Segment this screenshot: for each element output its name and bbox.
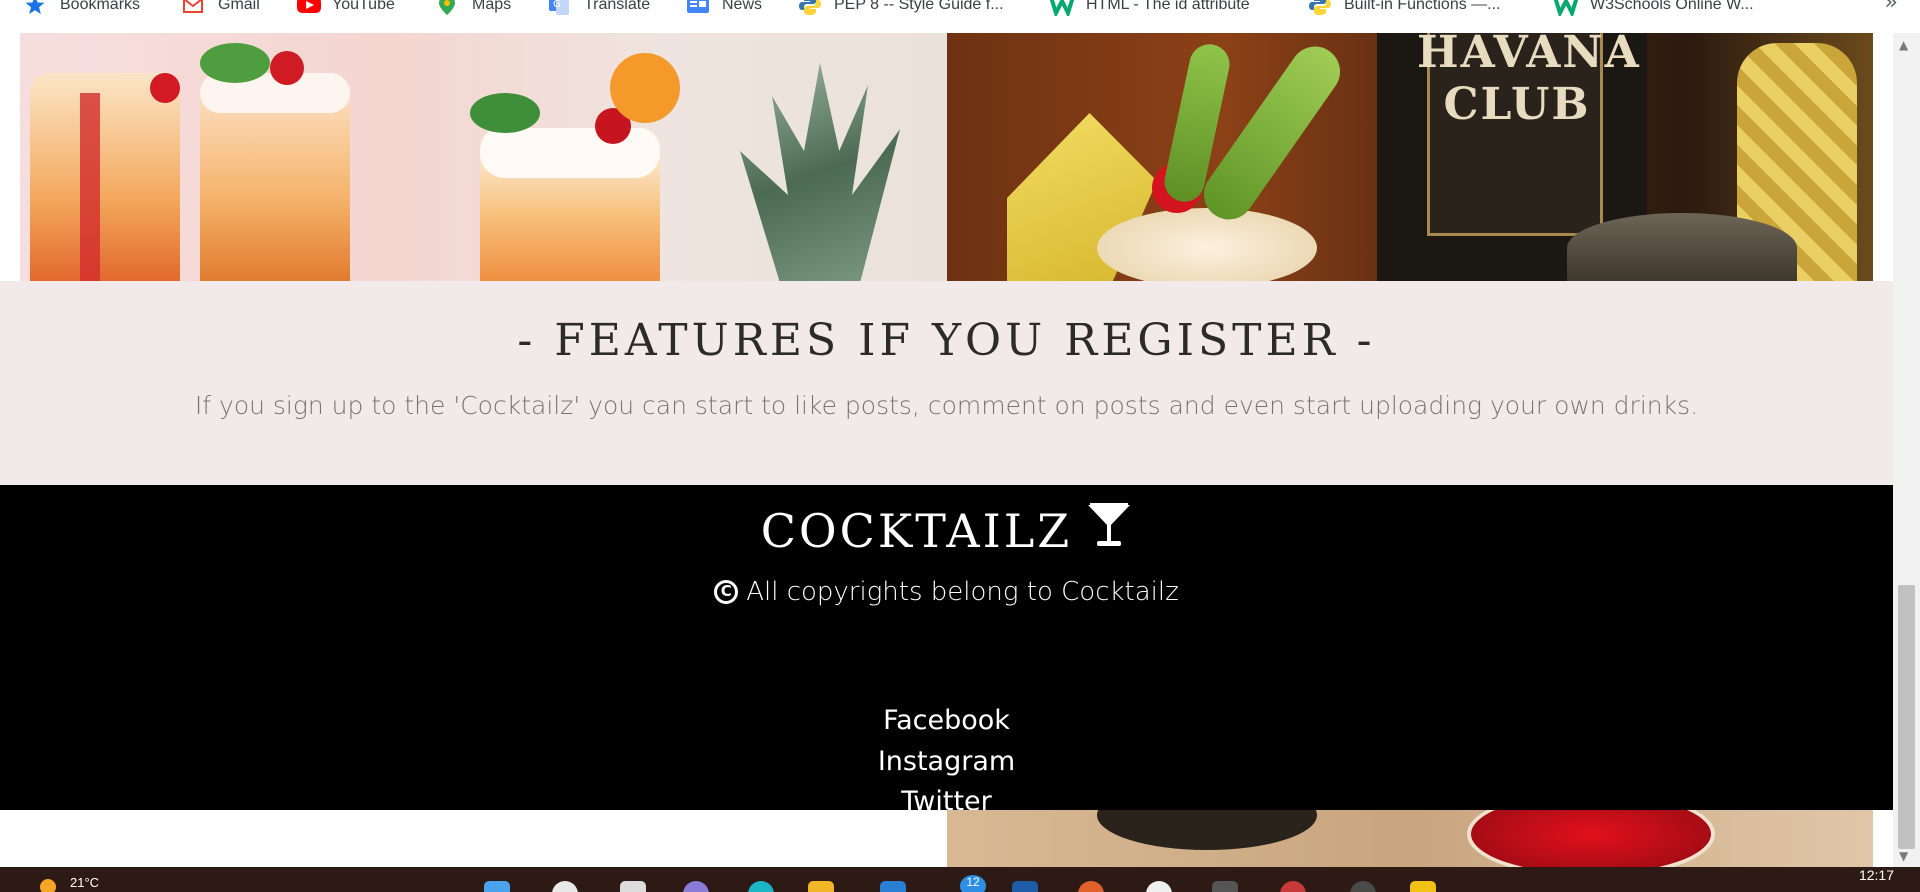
footer-link-facebook[interactable]: Facebook	[0, 705, 1893, 736]
facebook-link[interactable]: Facebook	[883, 705, 1010, 736]
bookmark-label: Bookmarks	[60, 0, 141, 13]
brand-name: Cocktailz	[760, 503, 1073, 558]
bookmark-gmail[interactable]: Gmail	[182, 0, 260, 19]
bookmarks-bar: Bookmarks Gmail YouTube Maps G Translate…	[0, 0, 1920, 34]
teams-icon[interactable]	[683, 881, 709, 892]
bookmark-news[interactable]: News	[686, 0, 762, 19]
scroll-down-arrow-icon[interactable]: ▼	[1899, 849, 1908, 863]
site-footer: Cocktailz C All copyrights belong to Coc…	[0, 485, 1893, 817]
footer-link-instagram[interactable]: Instagram	[0, 746, 1893, 777]
features-description: If you sign up to the 'Cocktailz' you ca…	[194, 391, 1699, 420]
bookmark-label: HTML - The id attribute	[1086, 0, 1250, 13]
bookmark-label: Translate	[584, 0, 651, 13]
file-explorer-icon[interactable]	[808, 881, 834, 892]
taskbar-clock[interactable]: 12:17	[1859, 867, 1894, 883]
weather-widget[interactable]: 21°C	[40, 869, 99, 892]
chrome-icon[interactable]	[1146, 881, 1172, 892]
page-content: HAVANA CLUB - Features if you register - …	[0, 33, 1893, 867]
copyright-text: All copyrights belong to Cocktailz	[746, 576, 1179, 607]
python-icon	[1308, 0, 1331, 16]
cocktail-photo-havana-club: HAVANA CLUB	[947, 33, 1873, 281]
bookmark-html-id[interactable]: HTML - The id attribute	[1049, 0, 1250, 19]
sticky-notes-icon[interactable]	[1410, 881, 1436, 892]
bookmark-label: YouTube	[332, 0, 395, 13]
weather-sun-icon	[40, 879, 56, 892]
svg-text:G: G	[553, 0, 561, 10]
firefox-icon[interactable]	[1078, 881, 1104, 892]
bookmark-label: PEP 8 -- Style Guide f...	[834, 0, 1004, 13]
notification-badge[interactable]: 12	[960, 875, 986, 892]
search-icon[interactable]	[552, 881, 578, 892]
bookmark-label: Maps	[472, 0, 512, 13]
task-view-icon[interactable]	[620, 881, 646, 892]
python-icon	[798, 0, 821, 16]
app-icon[interactable]	[1280, 881, 1306, 892]
instagram-link[interactable]: Instagram	[878, 746, 1015, 777]
bookmark-label: Gmail	[218, 0, 260, 13]
bookmark-label: Built-in Functions —...	[1344, 0, 1501, 13]
translate-icon: G	[548, 0, 570, 16]
footer-brand: Cocktailz	[0, 501, 1893, 560]
bookmark-bookmarks[interactable]: Bookmarks	[24, 0, 140, 19]
gmail-icon	[182, 0, 204, 16]
cocktail-glass-icon	[1086, 501, 1132, 560]
bookmark-maps[interactable]: Maps	[436, 0, 511, 19]
bookmark-youtube[interactable]: YouTube	[296, 0, 395, 19]
cocktail-photo-cherries	[947, 810, 1873, 867]
vscode-icon[interactable]	[1012, 881, 1038, 892]
app-icon[interactable]	[1350, 881, 1376, 892]
star-icon	[24, 0, 46, 16]
scroll-up-arrow-icon[interactable]: ▲	[1899, 38, 1908, 52]
features-heading: - Features if you register -	[517, 315, 1376, 366]
bookmark-w3schools[interactable]: W3Schools Online W...	[1553, 0, 1754, 19]
start-windows-icon[interactable]	[484, 881, 510, 892]
scrollbar-thumb[interactable]	[1898, 585, 1915, 849]
w3schools-icon	[1553, 0, 1579, 19]
features-section: - Features if you register - If you sign…	[0, 281, 1893, 485]
maps-icon	[436, 0, 458, 16]
store-icon[interactable]	[880, 881, 906, 892]
bookmark-label: W3Schools Online W...	[1590, 0, 1754, 13]
news-icon	[686, 0, 709, 16]
terminal-icon[interactable]	[1212, 881, 1238, 892]
youtube-icon	[296, 0, 321, 16]
bookmarks-overflow-chevron-icon[interactable]: »	[1885, 0, 1898, 15]
os-taskbar: 21°C 12 12:17	[0, 867, 1920, 892]
bookmark-label: News	[722, 0, 763, 13]
copyright-icon: C	[714, 579, 739, 604]
w3schools-icon	[1049, 0, 1075, 19]
edge-icon[interactable]	[748, 881, 774, 892]
bookmark-translate[interactable]: G Translate	[548, 0, 650, 19]
bookmark-pep8[interactable]: PEP 8 -- Style Guide f...	[798, 0, 1004, 19]
bookmark-builtin[interactable]: Built-in Functions —...	[1308, 0, 1501, 19]
cocktail-photo-tropical	[20, 33, 947, 281]
page-scrollbar[interactable]: ▲ ▼	[1893, 33, 1920, 867]
weather-temperature: 21°C	[70, 874, 100, 890]
footer-copyright: C All copyrights belong to Cocktailz	[0, 573, 1893, 607]
